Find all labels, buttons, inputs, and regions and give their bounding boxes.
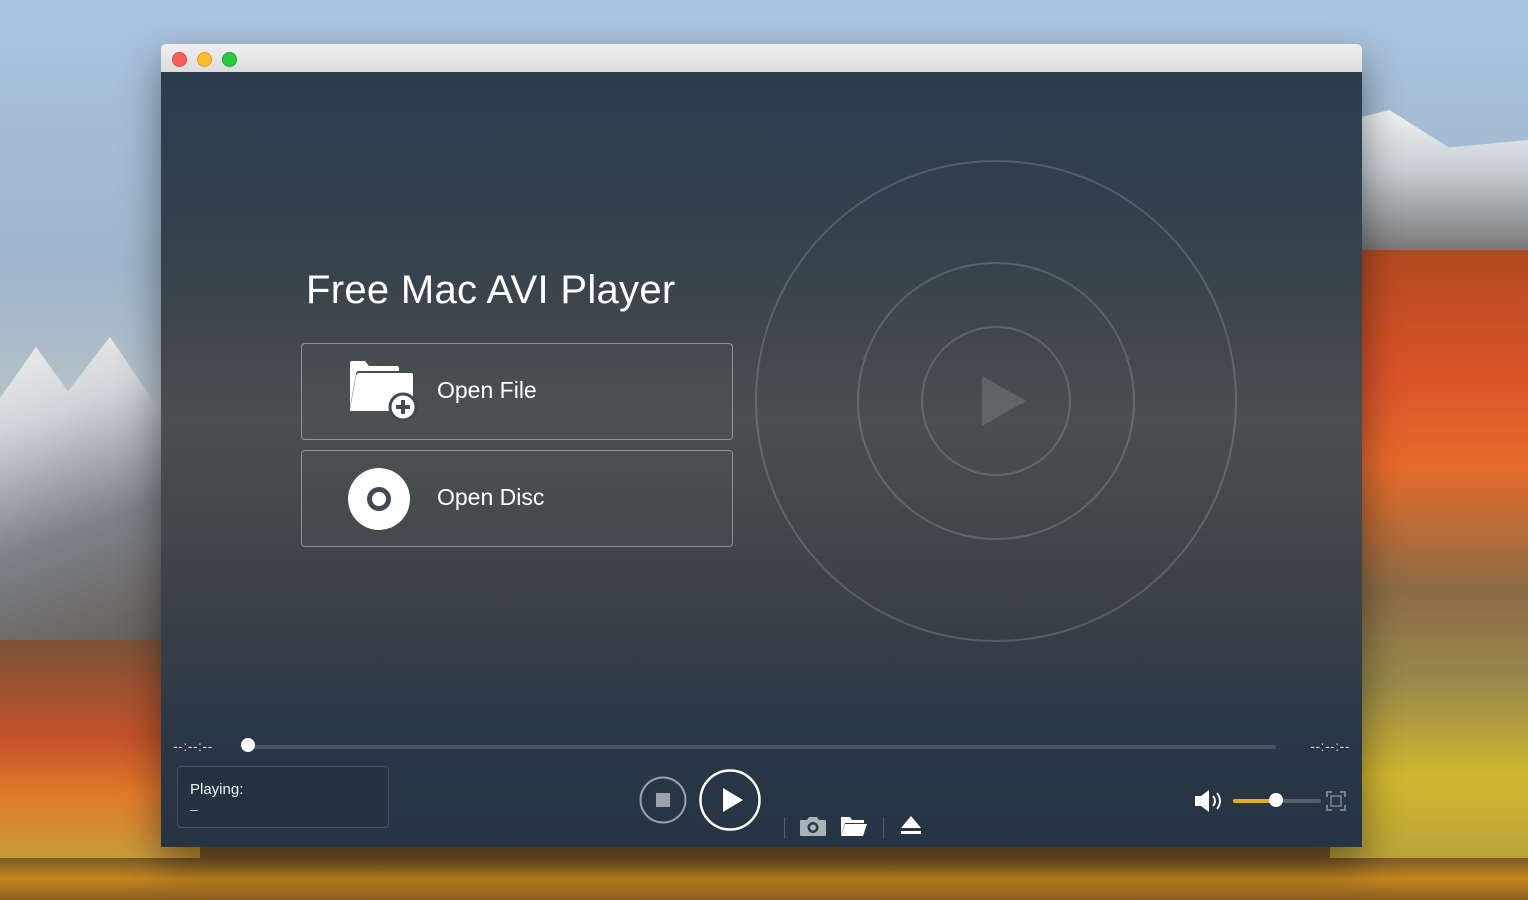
camera-icon [800, 817, 826, 836]
volume-button[interactable] [1194, 788, 1226, 819]
eject-icon [901, 816, 921, 834]
title-bar[interactable] [161, 44, 1362, 73]
play-icon [699, 769, 761, 831]
volume-knob[interactable] [1269, 793, 1283, 807]
folder-add-icon [347, 359, 419, 426]
play-button[interactable] [699, 769, 761, 836]
open-file-button[interactable]: Open File [301, 343, 733, 440]
speaker-icon [1195, 790, 1221, 812]
open-disc-button[interactable]: Open Disc [301, 450, 733, 547]
desktop-lake [0, 858, 1528, 900]
stop-icon [639, 776, 687, 824]
control-divider [784, 817, 785, 839]
minimize-window-button[interactable] [197, 52, 212, 67]
close-window-button[interactable] [172, 52, 187, 67]
playing-label: Playing: [190, 781, 244, 798]
now-playing-panel: Playing: – [177, 766, 389, 828]
open-disc-label: Open Disc [437, 484, 545, 510]
folder-icon [841, 817, 867, 836]
eject-button[interactable] [900, 814, 922, 841]
open-file-label: Open File [437, 377, 537, 403]
control-divider [883, 817, 884, 839]
fullscreen-icon [1326, 791, 1346, 811]
maximize-window-button[interactable] [222, 52, 237, 67]
progress-bar[interactable] [246, 745, 1276, 749]
disc-icon [347, 467, 411, 536]
open-folder-button[interactable] [840, 814, 868, 843]
elapsed-time: --:--:-- [173, 738, 213, 754]
progress-knob[interactable] [241, 738, 255, 752]
app-title: Free Mac AVI Player [306, 268, 676, 312]
player-window: Free Mac AVI Player Open File Open Disc … [161, 44, 1362, 847]
fullscreen-button[interactable] [1326, 791, 1346, 816]
background-play-graphic [755, 160, 1237, 642]
stop-button[interactable] [639, 776, 687, 829]
snapshot-button[interactable] [799, 814, 827, 843]
player-content: Free Mac AVI Player Open File Open Disc … [161, 72, 1362, 847]
playing-value: – [190, 801, 198, 817]
total-time: --:--:-- [1310, 738, 1350, 754]
